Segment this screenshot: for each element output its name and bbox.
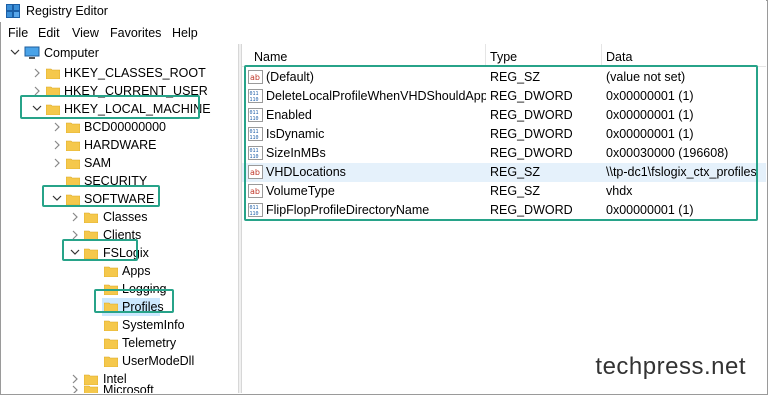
tree-label: UserModeDll	[122, 354, 195, 368]
highlight-fslogix	[62, 239, 138, 261]
tree-label: Computer	[44, 46, 99, 60]
column-header-data[interactable]: Data	[602, 44, 766, 66]
menu-favorites[interactable]: Favorites	[110, 26, 161, 40]
title-bar: Registry Editor	[0, 0, 766, 22]
menu-bar: File Edit View Favorites Help	[0, 24, 766, 42]
tree-label: Classes	[103, 210, 148, 224]
chevron-right-icon[interactable]	[32, 64, 42, 82]
folder-icon	[46, 68, 60, 79]
column-header-type[interactable]: Type	[486, 44, 602, 66]
tree-label: Apps	[122, 264, 151, 278]
folder-icon	[66, 158, 80, 169]
folder-icon	[104, 266, 118, 277]
menu-edit[interactable]: Edit	[38, 26, 60, 40]
folder-icon	[104, 320, 118, 331]
menu-view[interactable]: View	[72, 26, 99, 40]
folder-icon	[84, 385, 98, 393]
highlight-software	[42, 185, 160, 207]
tree-label: SystemInfo	[122, 318, 185, 332]
computer-icon	[24, 46, 40, 59]
chevron-right-icon[interactable]	[52, 154, 62, 172]
folder-icon	[84, 212, 98, 223]
tree-label: HARDWARE	[84, 138, 157, 152]
column-header-name[interactable]: Name	[250, 44, 486, 66]
tree-label: HKEY_CLASSES_ROOT	[64, 66, 206, 80]
menu-help[interactable]: Help	[172, 26, 198, 40]
chevron-right-icon[interactable]	[52, 118, 62, 136]
folder-icon	[66, 140, 80, 151]
list-header: Name Type Data	[242, 44, 766, 67]
tree-label: Telemetry	[122, 336, 177, 350]
folder-icon	[104, 356, 118, 367]
chevron-right-icon[interactable]	[70, 208, 80, 226]
highlight-values-list	[244, 65, 758, 221]
tree-label: Microsoft	[103, 383, 154, 393]
chevron-right-icon[interactable]	[70, 381, 80, 393]
registry-editor-icon	[6, 4, 20, 18]
folder-icon	[104, 338, 118, 349]
highlight-profiles	[94, 289, 174, 313]
folder-icon	[66, 122, 80, 133]
highlight-hkey-local-machine	[20, 95, 200, 119]
chevron-right-icon[interactable]	[52, 136, 62, 154]
tree-label: BCD00000000	[84, 120, 167, 134]
tree-label: SAM	[84, 156, 112, 170]
watermark: techpress.net	[595, 353, 746, 380]
window-title: Registry Editor	[26, 4, 108, 18]
menu-file[interactable]: File	[8, 26, 28, 40]
chevron-down-icon[interactable]	[10, 44, 20, 62]
